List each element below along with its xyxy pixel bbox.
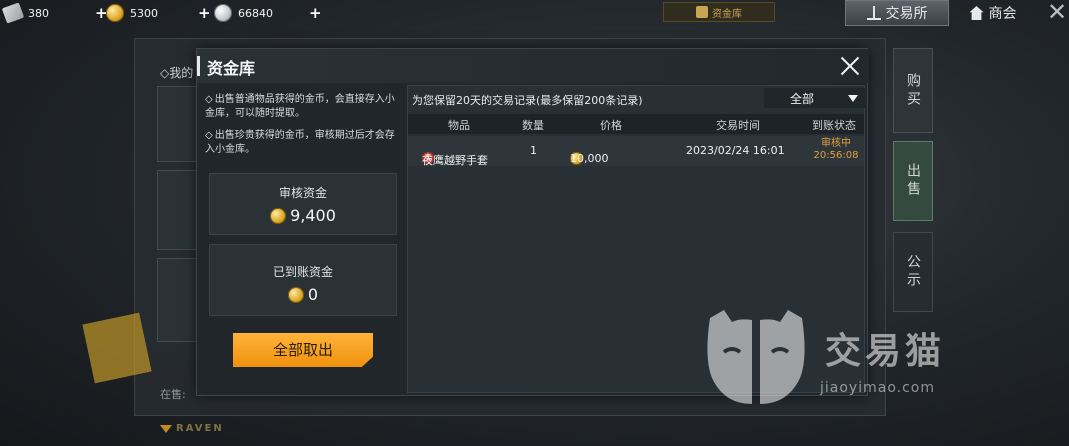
side-tab-sell[interactable]: 出售 [893, 141, 933, 221]
raven-chevron-icon [160, 425, 172, 433]
vault-shortcut-label: 资金库 [712, 8, 742, 20]
add-silver-button[interactable]: + [309, 4, 322, 22]
silver-count: 66840 [238, 6, 273, 20]
info-note-text: 出售普通物品获得的金币，会直接存入小金库，可以随时提取。 [205, 94, 395, 119]
record-time: 2023/02/24 16:01 [686, 144, 785, 157]
settled-funds-value: 0 [210, 285, 396, 304]
tab-shop-label: 商会 [988, 6, 1017, 22]
modal-header: 资金库 [197, 49, 869, 83]
vault-shortcut[interactable]: 资金库 [663, 2, 775, 22]
watermark-cat-logo-icon [707, 310, 805, 404]
withdraw-all-button[interactable]: 全部取出 [233, 333, 373, 367]
info-note: ◇ 出售珍贵获得的金币，审核期过后才会存入小金库。 [205, 129, 401, 157]
column-qty: 数量 [522, 119, 544, 132]
record-price-value: 10,000 [570, 152, 609, 165]
ticket-icon [1, 2, 25, 24]
review-funds-label: 审核资金 [278, 186, 327, 200]
gold-coin-icon [287, 286, 304, 303]
gold-count: 5300 [130, 6, 158, 20]
close-icon[interactable]: ✕ [1046, 0, 1068, 24]
ticket-resource: 380 + [1, 2, 108, 24]
background-title: ◇我的 [160, 66, 194, 80]
info-note-text: 出售珍贵获得的金币，审核期过后才会存入小金库。 [205, 130, 395, 155]
tab-exchange-label: 交易所 [885, 6, 928, 22]
column-status: 到账状态 [812, 119, 856, 132]
record-qty: 1 [530, 144, 537, 157]
table-row[interactable]: 卖夜鹰越野手套 1 10,000 2023/02/24 16:01 审核中 20… [408, 136, 864, 167]
raven-brand: RAVEN [176, 423, 224, 434]
resource-bar: 380 + 5300 + 66840 + 资金库 交易所 商会 ✕ [0, 0, 1069, 26]
records-note: 为您保留20天的交易记录(最多保留200条记录) [412, 94, 643, 107]
gold-resource: 5300 + [106, 3, 211, 23]
column-price: 价格 [600, 119, 622, 132]
side-tab-notice[interactable]: 公示 [893, 232, 933, 312]
modal-title: 资金库 [207, 59, 256, 78]
vault-summary: ◇ 出售普通物品获得的金币，会直接存入小金库，可以随时提取。 ◇ 出售珍贵获得的金币… [205, 87, 401, 391]
record-filter-value: 全部 [790, 91, 815, 106]
record-countdown: 20:56:08 [813, 150, 859, 161]
diamond-icon: ◇ [205, 94, 213, 105]
silver-coin-icon [214, 4, 232, 22]
record-item-name: 夜鹰越野手套 [422, 154, 488, 167]
record-status: 审核中 20:56:08 [808, 138, 864, 162]
watermark-text: 交易猫 [825, 331, 946, 372]
add-gold-button[interactable]: + [198, 4, 211, 22]
vault-icon [696, 6, 708, 18]
diamond-icon: ◇ [205, 130, 213, 141]
tab-exchange[interactable]: 交易所 [845, 0, 949, 26]
chevron-down-icon [848, 94, 858, 102]
review-funds-value: 9,400 [210, 206, 396, 225]
review-funds-card: 审核资金 9,400 [209, 173, 397, 235]
gold-coin-icon [270, 207, 287, 224]
on-sale-label: 在售: [160, 388, 186, 401]
sticky-note [82, 312, 152, 384]
tab-shop[interactable]: 商会 [958, 0, 1028, 26]
info-note: ◇ 出售普通物品获得的金币，会直接存入小金库，可以随时提取。 [205, 93, 401, 121]
settled-funds-amount: 0 [307, 285, 319, 304]
close-icon[interactable] [837, 53, 863, 79]
ticket-count: 380 [28, 6, 49, 20]
review-funds-amount: 9,400 [290, 206, 336, 225]
table-header: 物品 数量 价格 交易时间 到账状态 [408, 114, 864, 134]
watermark-url: jiaoyimao.com [820, 380, 935, 396]
record-filter-dropdown[interactable]: 全部 [764, 88, 866, 108]
settled-funds-card: 已到账资金 0 [209, 244, 397, 316]
silver-resource: 66840 + [214, 3, 322, 23]
settled-funds-label: 已到账资金 [272, 265, 333, 279]
side-tab-buy[interactable]: 购买 [893, 48, 933, 133]
record-status-label: 审核中 [821, 138, 851, 149]
home-icon [969, 6, 984, 20]
column-item: 物品 [448, 119, 470, 132]
column-time: 交易时间 [716, 119, 760, 132]
gold-coin-icon [106, 4, 124, 22]
scale-icon [866, 6, 881, 20]
